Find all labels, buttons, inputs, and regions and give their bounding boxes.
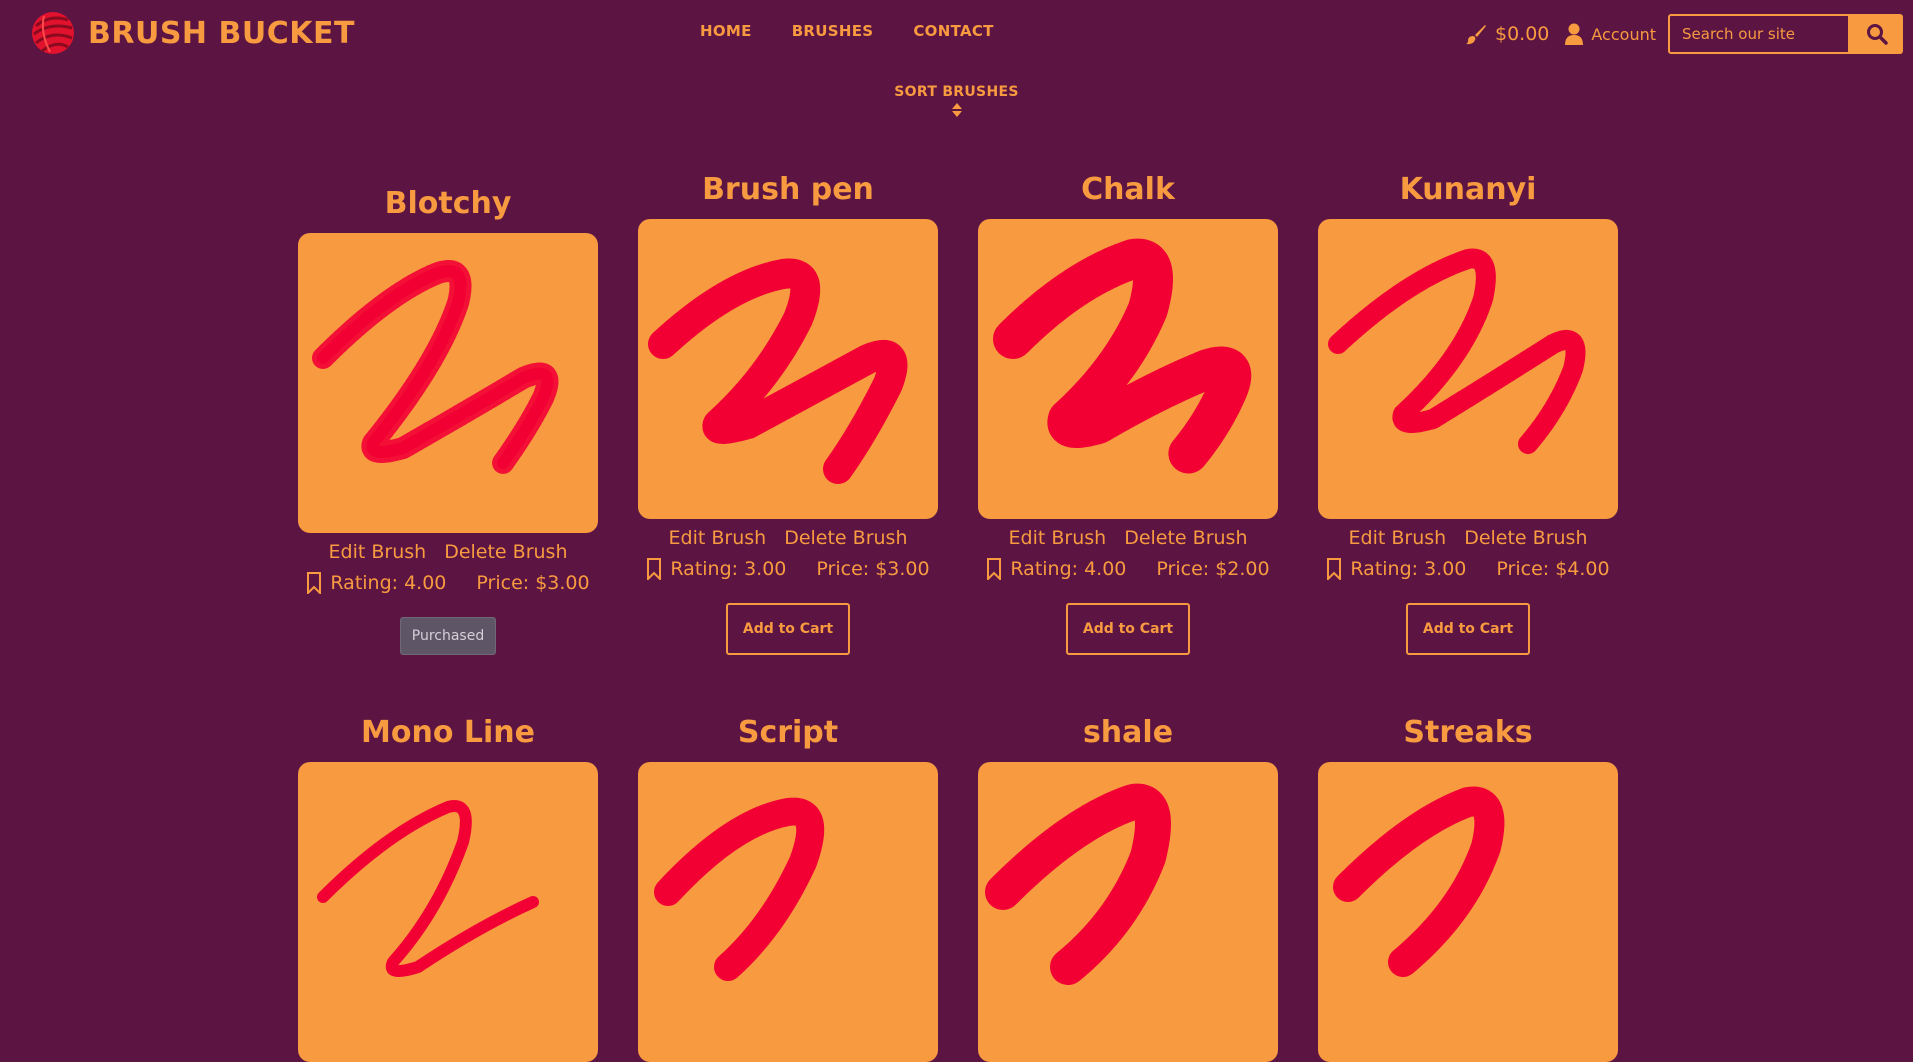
brush-preview-image[interactable] [1318, 219, 1618, 519]
brush-preview-image[interactable] [638, 762, 938, 1062]
brush-name: shale [1082, 715, 1174, 750]
card-actions: Edit Brush Delete Brush [1349, 523, 1588, 553]
bookmark-icon[interactable] [646, 558, 662, 580]
brush-card: Mono Line [298, 711, 598, 1062]
card-meta: Rating: 3.00 Price: $3.00 [646, 553, 930, 585]
brush-name: Streaks [1403, 715, 1533, 750]
brush-card: Brush pen Edit Brush Delete Brush Rating… [638, 168, 938, 655]
brush-name: Kunanyi [1399, 172, 1537, 207]
brush-name: Brush pen [702, 172, 874, 207]
brush-card: Script [638, 711, 938, 1062]
brush-name: Blotchy [384, 186, 512, 221]
card-meta: Rating: 4.00 Price: $3.00 [306, 567, 590, 599]
card-meta: Rating: 3.00 Price: $4.00 [1326, 553, 1610, 585]
brush-rating: Rating: 4.00 [330, 572, 447, 594]
brand-home-link[interactable]: BRUSH BUCKET [30, 10, 355, 56]
delete-brush-link[interactable]: Delete Brush [1124, 527, 1247, 549]
card-meta: Rating: 4.00 Price: $2.00 [986, 553, 1270, 585]
brush-price: Price: $2.00 [1156, 558, 1270, 580]
brand-name: BRUSH BUCKET [88, 15, 355, 51]
nav-right: $0.00 Account [1465, 14, 1903, 54]
brush-preview-image[interactable] [1318, 762, 1618, 1062]
edit-brush-link[interactable]: Edit Brush [329, 541, 427, 563]
brush-row: Mono Line Script shale Streaks [298, 711, 1618, 1062]
brush-rating: Rating: 3.00 [1350, 558, 1467, 580]
brush-card: shale [978, 711, 1278, 1062]
edit-brush-link[interactable]: Edit Brush [1009, 527, 1107, 549]
account-link[interactable]: Account [1565, 23, 1656, 45]
sort-brushes-toggle[interactable]: SORT BRUSHES [0, 84, 1913, 118]
card-actions: Edit Brush Delete Brush [329, 537, 568, 567]
nav-brushes[interactable]: BRUSHES [792, 22, 874, 40]
navbar: BRUSH BUCKET HOME BRUSHES CONTACT $0.00 … [0, 0, 1913, 66]
brush-price: Price: $3.00 [816, 558, 930, 580]
nav-links: HOME BRUSHES CONTACT [700, 22, 994, 40]
add-to-cart-button[interactable]: Add to Cart [1066, 603, 1190, 655]
bookmark-icon[interactable] [1326, 558, 1342, 580]
brush-preview-image[interactable] [978, 762, 1278, 1062]
cart-total: $0.00 [1494, 23, 1550, 45]
nav-contact[interactable]: CONTACT [913, 22, 993, 40]
delete-brush-link[interactable]: Delete Brush [1464, 527, 1587, 549]
brush-preview-image[interactable] [298, 762, 598, 1062]
edit-brush-link[interactable]: Edit Brush [669, 527, 767, 549]
brush-rating: Rating: 4.00 [1010, 558, 1127, 580]
brush-preview-image[interactable] [978, 219, 1278, 519]
edit-brush-link[interactable]: Edit Brush [1349, 527, 1447, 549]
search-button[interactable] [1850, 14, 1903, 54]
add-to-cart-button[interactable]: Add to Cart [726, 603, 850, 655]
brush-name: Chalk [1081, 172, 1175, 207]
card-actions: Edit Brush Delete Brush [669, 523, 908, 553]
sort-label: SORT BRUSHES [894, 84, 1019, 100]
bookmark-icon[interactable] [306, 572, 322, 594]
brush-card: Blotchy Edit Brush Delete Brush Rating: … [298, 182, 598, 655]
brush-price: Price: $3.00 [476, 572, 590, 594]
brush-name: Script [737, 715, 839, 750]
brush-grid: Blotchy Edit Brush Delete Brush Rating: … [298, 168, 1618, 1062]
account-label: Account [1591, 24, 1656, 44]
brush-preview-image[interactable] [298, 233, 598, 533]
brush-preview-image[interactable] [638, 219, 938, 519]
brush-card: Chalk Edit Brush Delete Brush Rating: 4.… [978, 168, 1278, 655]
brush-rating: Rating: 3.00 [670, 558, 787, 580]
user-icon [1565, 23, 1584, 45]
cart-link[interactable]: $0.00 [1465, 23, 1549, 45]
brush-card: Kunanyi Edit Brush Delete Brush Rating: … [1318, 168, 1618, 655]
delete-brush-link[interactable]: Delete Brush [444, 541, 567, 563]
purchased-button: Purchased [400, 617, 496, 655]
add-to-cart-button[interactable]: Add to Cart [1406, 603, 1530, 655]
sort-icon [951, 103, 962, 117]
search-icon [1866, 24, 1888, 45]
brush-card: Streaks [1318, 711, 1618, 1062]
paintbrush-icon [1465, 25, 1486, 45]
bookmark-icon[interactable] [986, 558, 1002, 580]
search-input[interactable] [1668, 14, 1850, 54]
card-actions: Edit Brush Delete Brush [1009, 523, 1248, 553]
brush-name: Mono Line [361, 715, 535, 750]
brush-price: Price: $4.00 [1496, 558, 1610, 580]
delete-brush-link[interactable]: Delete Brush [784, 527, 907, 549]
nav-home[interactable]: HOME [700, 22, 752, 40]
brush-row: Blotchy Edit Brush Delete Brush Rating: … [298, 168, 1618, 655]
brush-ball-logo-icon [32, 12, 74, 54]
